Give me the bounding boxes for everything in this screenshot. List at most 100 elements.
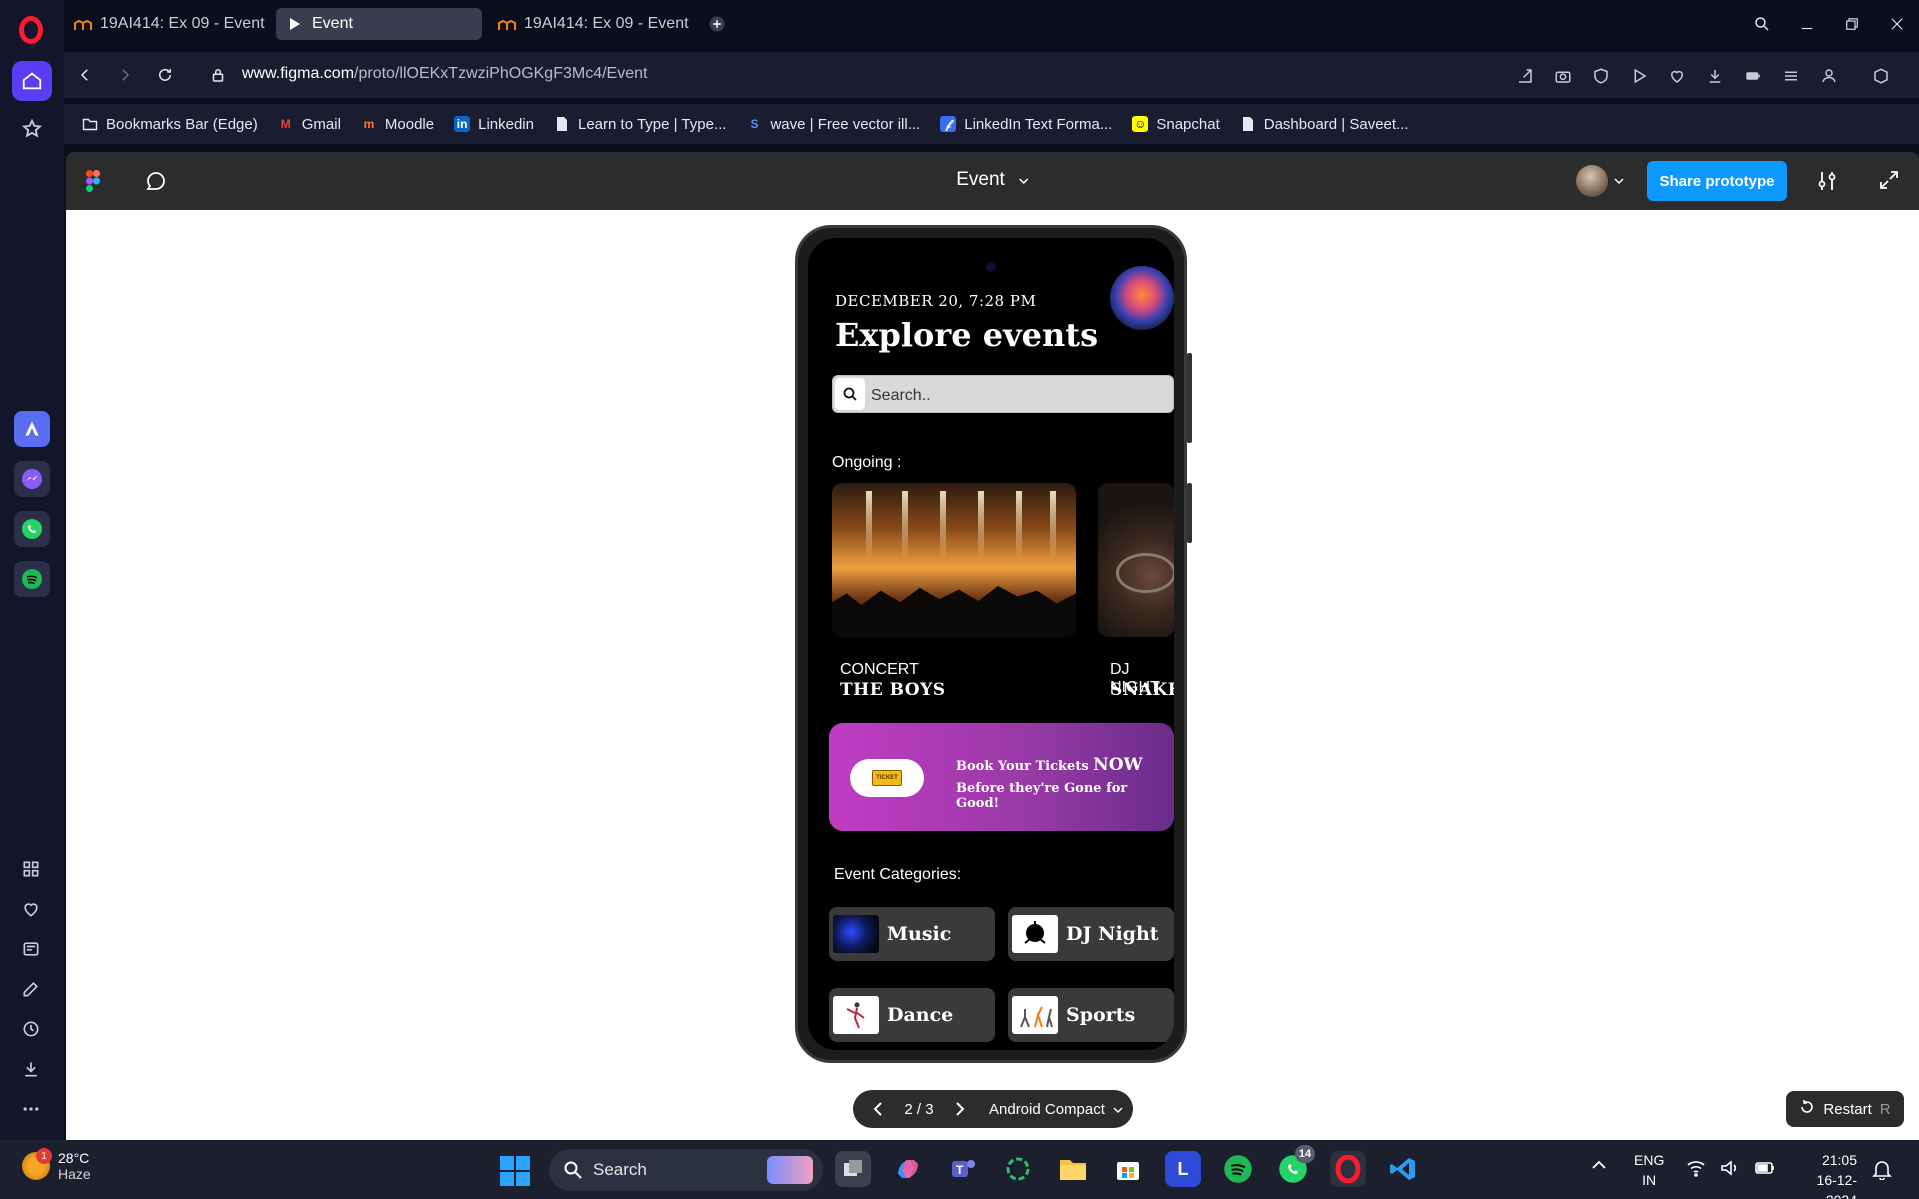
- battery-icon: [1755, 1162, 1774, 1174]
- language-indicator[interactable]: ENG IN: [1634, 1150, 1664, 1190]
- bookmark-linkedin-text[interactable]: 𝒻 LinkedIn Text Forma...: [940, 116, 1112, 133]
- spotify-taskbar-icon[interactable]: [1220, 1151, 1256, 1187]
- search-tabs-icon[interactable]: [1750, 12, 1774, 36]
- fullscreen-icon[interactable]: [1878, 169, 1900, 196]
- vscode-icon[interactable]: [1385, 1151, 1421, 1187]
- player-icon[interactable]: [1628, 65, 1650, 87]
- lock-icon[interactable]: [207, 64, 229, 86]
- easy-setup-icon[interactable]: [1780, 65, 1802, 87]
- share-page-icon[interactable]: [1514, 65, 1536, 87]
- url-host: www.figma.com: [242, 65, 355, 82]
- system-tray-icons[interactable]: [1686, 1159, 1776, 1177]
- l-app-icon[interactable]: L: [1165, 1151, 1201, 1187]
- prev-frame-icon[interactable]: [861, 1101, 895, 1117]
- url-field[interactable]: www.figma.com/proto/llOEKxTzwziPhOGKgF3M…: [242, 65, 647, 83]
- settings-sliders-icon[interactable]: [1816, 169, 1838, 198]
- taskbar-search[interactable]: Search: [549, 1149, 823, 1191]
- forward-icon[interactable]: [114, 64, 136, 86]
- copilot-icon[interactable]: [890, 1151, 926, 1187]
- dj-night-image[interactable]: [1098, 483, 1174, 637]
- category-music[interactable]: Music: [829, 907, 995, 961]
- share-prototype-button[interactable]: Share prototype: [1647, 161, 1787, 201]
- next-frame-icon[interactable]: [943, 1101, 977, 1117]
- windows-start-icon[interactable]: [500, 1156, 530, 1186]
- bookmark-folder[interactable]: Bookmarks Bar (Edge): [82, 116, 258, 133]
- device-select[interactable]: Android Compact: [989, 1101, 1123, 1118]
- bookmark-wave[interactable]: Swave | Free vector ill...: [746, 116, 920, 133]
- opera-logo-icon[interactable]: [19, 16, 43, 44]
- clock[interactable]: 21:05 16-12-2024: [1787, 1150, 1857, 1199]
- profile-avatar[interactable]: [1110, 266, 1174, 330]
- bookmark-typing[interactable]: Learn to Type | Type...: [554, 116, 726, 133]
- download-icon[interactable]: [1704, 65, 1726, 87]
- profile-icon[interactable]: [1818, 65, 1840, 87]
- refresh-app-icon[interactable]: [1000, 1151, 1036, 1187]
- battery-saver-icon[interactable]: [1742, 65, 1764, 87]
- camera-icon[interactable]: [1552, 65, 1574, 87]
- reload-icon[interactable]: [154, 64, 176, 86]
- whatsapp-sidebar-icon[interactable]: [14, 511, 50, 547]
- restore-icon[interactable]: [1840, 12, 1864, 36]
- spotify-sidebar-icon[interactable]: [14, 561, 50, 597]
- card-title[interactable]: SNAKE I: [1110, 680, 1174, 700]
- bookmark-dashboard[interactable]: Dashboard | Saveet...: [1240, 116, 1409, 133]
- news-icon[interactable]: [20, 938, 42, 960]
- favorites-icon[interactable]: [1666, 65, 1688, 87]
- prototype-title[interactable]: Event: [956, 169, 1029, 191]
- opera-sidebar: [0, 0, 64, 1140]
- history-icon[interactable]: [20, 1018, 42, 1040]
- notification-bell-icon[interactable]: [1872, 1158, 1892, 1185]
- edit-icon[interactable]: [20, 978, 42, 1000]
- category-dj-night[interactable]: DJ Night: [1008, 907, 1174, 961]
- opera-taskbar-icon[interactable]: [1330, 1151, 1366, 1187]
- extensions-icon[interactable]: [1870, 65, 1892, 87]
- comment-icon[interactable]: [144, 169, 168, 198]
- weather-widget[interactable]: 1 28°C Haze: [22, 1148, 91, 1182]
- teams-icon[interactable]: T: [945, 1151, 981, 1187]
- search-input[interactable]: Search..: [832, 375, 1174, 413]
- category-sports[interactable]: Sports: [1008, 988, 1174, 1042]
- tab-label: Event: [312, 15, 353, 32]
- close-window-icon[interactable]: [1885, 12, 1909, 36]
- figma-logo-icon[interactable]: [86, 170, 100, 197]
- whatsapp-taskbar-icon[interactable]: 14: [1275, 1145, 1315, 1187]
- aria-app-icon[interactable]: [14, 411, 50, 447]
- more-icon[interactable]: [20, 1098, 42, 1120]
- bookmark-snapchat[interactable]: ☺ Snapchat: [1132, 116, 1220, 133]
- tab-event-reg-2[interactable]: 19AI414: Ex 09 - Event Reg: [488, 8, 694, 40]
- bookmark-label: wave | Free vector ill...: [770, 115, 921, 133]
- tab-event-reg-1[interactable]: 19AI414: Ex 09 - Event Reg: [64, 8, 270, 40]
- bookmark-label: Gmail: [301, 115, 341, 133]
- task-view-icon[interactable]: [835, 1151, 871, 1187]
- restart-icon: [1799, 1099, 1815, 1119]
- card-title[interactable]: THE BOYS: [840, 680, 946, 700]
- heart-icon[interactable]: [20, 898, 42, 920]
- star-icon[interactable]: [12, 109, 52, 149]
- downloads-sidebar-icon[interactable]: [20, 1058, 42, 1080]
- store-icon[interactable]: [1110, 1151, 1146, 1187]
- bookmark-moodle[interactable]: m Moodle: [361, 116, 435, 133]
- apps-grid-icon[interactable]: [20, 858, 42, 880]
- bookmark-gmail[interactable]: M Gmail: [278, 116, 341, 133]
- tab-event[interactable]: Event: [276, 8, 482, 40]
- back-icon[interactable]: [74, 64, 96, 86]
- bookmark-linkedin[interactable]: in Linkedin: [454, 116, 534, 133]
- ticket-button[interactable]: TICKET: [850, 759, 924, 797]
- minimize-icon[interactable]: [1795, 12, 1819, 36]
- restart-button[interactable]: Restart R: [1786, 1091, 1904, 1127]
- home-icon[interactable]: [12, 61, 52, 101]
- book-tickets-banner[interactable]: TICKET Book Your Tickets NOW Before they…: [829, 723, 1174, 831]
- concert-image[interactable]: [832, 483, 1076, 637]
- wifi-icon: [1687, 1161, 1705, 1177]
- page-indicator: 2 / 3: [904, 1100, 934, 1118]
- user-menu[interactable]: [1576, 160, 1636, 202]
- shield-icon[interactable]: [1590, 65, 1612, 87]
- messenger-icon[interactable]: [14, 461, 50, 497]
- category-dance[interactable]: Dance: [829, 988, 995, 1042]
- chevron-down-icon: [1614, 172, 1624, 190]
- tray-chevron-up-icon[interactable]: [1591, 1158, 1607, 1176]
- file-explorer-icon[interactable]: [1055, 1151, 1091, 1187]
- volume-key: [1187, 483, 1192, 543]
- snapchat-icon: ☺: [1132, 116, 1149, 132]
- new-tab-icon[interactable]: [705, 12, 729, 36]
